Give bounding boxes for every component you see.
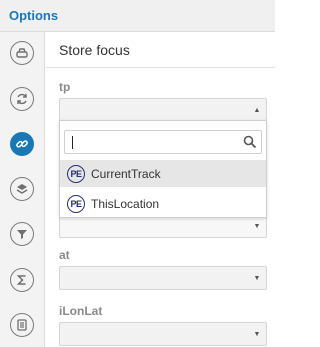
link-button[interactable]: [10, 132, 34, 156]
title-bar: Options: [0, 0, 275, 32]
refresh-button[interactable]: [10, 87, 34, 111]
options-panel: Store focus tp ▲ ▼ at ▼ iLonLat ▼ PE Cur…: [46, 32, 275, 347]
text-caret: [72, 136, 73, 149]
field-label-tp: tp: [59, 80, 71, 94]
search-icon: [243, 135, 257, 149]
chevron-up-icon: ▲: [253, 106, 261, 114]
field-label-ilonlat: iLonLat: [59, 304, 103, 318]
tp-select[interactable]: ▲: [59, 98, 267, 122]
plugin-icon: [16, 48, 28, 58]
dropdown-option-currenttrack[interactable]: PE CurrentTrack: [60, 160, 266, 187]
tp-dropdown: PE CurrentTrack PE ThisLocation: [59, 120, 267, 218]
list-button[interactable]: [10, 313, 34, 337]
option-label: ThisLocation: [91, 196, 160, 211]
sigma-button[interactable]: [10, 268, 34, 292]
list-icon: [17, 319, 27, 331]
plugin-button[interactable]: [10, 41, 34, 65]
field-label-at: at: [59, 248, 70, 262]
at-select[interactable]: ▼: [59, 266, 267, 290]
link-icon: [16, 140, 28, 148]
sigma-icon: [16, 275, 26, 285]
layers-button[interactable]: [10, 177, 34, 201]
filter-button[interactable]: [10, 222, 34, 246]
pe-variable-icon: PE: [67, 164, 85, 183]
chevron-down-icon: ▼: [253, 222, 261, 230]
sidebar: [0, 32, 45, 347]
section-header: Store focus: [46, 32, 275, 68]
pe-variable-icon: PE: [67, 194, 85, 213]
dropdown-search-input[interactable]: [64, 130, 262, 154]
ilonlat-select[interactable]: ▼: [59, 322, 267, 346]
chevron-down-icon: ▼: [253, 274, 261, 282]
chevron-down-icon: ▼: [253, 330, 261, 338]
layers-icon: [16, 184, 28, 194]
section-title: Store focus: [59, 42, 130, 58]
filter-icon: [17, 230, 27, 239]
option-label: CurrentTrack: [91, 166, 161, 181]
dropdown-option-thislocation[interactable]: PE ThisLocation: [60, 190, 266, 217]
window-title: Options: [9, 8, 59, 23]
refresh-icon: [17, 93, 27, 105]
